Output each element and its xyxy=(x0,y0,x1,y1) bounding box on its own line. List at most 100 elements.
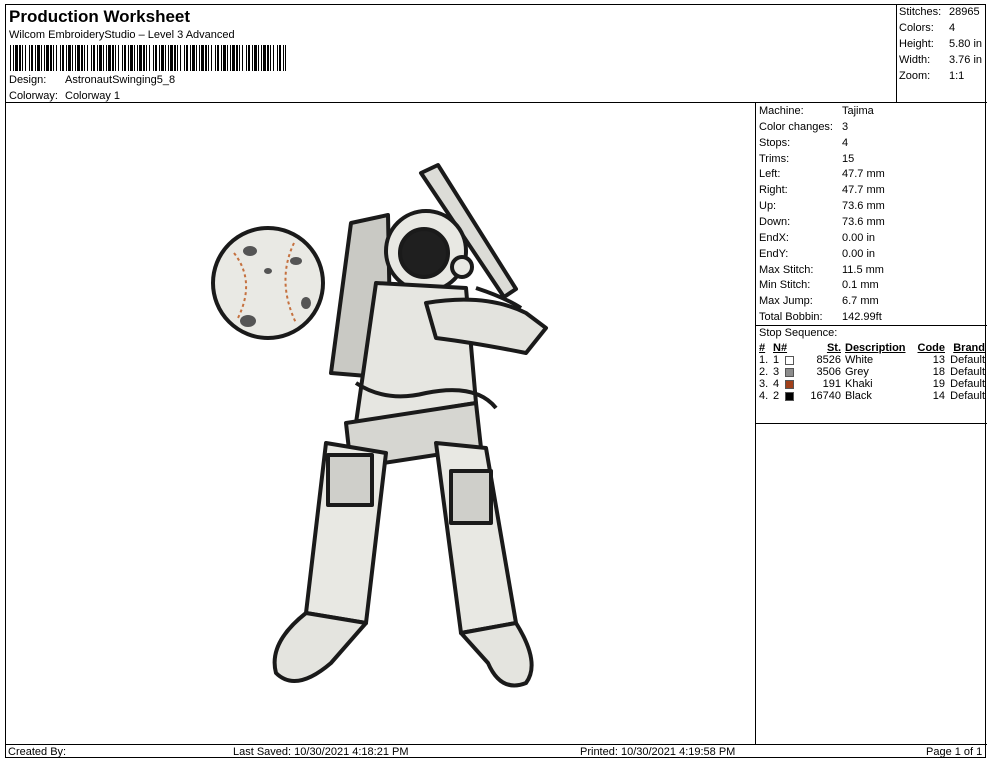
up-value: 73.6 mm xyxy=(842,200,885,212)
down-value: 73.6 mm xyxy=(842,216,885,228)
trims-value: 15 xyxy=(842,153,855,165)
table-row: 1. 1 8526 White 13 Default xyxy=(759,354,985,366)
col-stitches: St. xyxy=(826,342,841,354)
row-needle: 1 xyxy=(773,354,803,366)
row-code: 18 xyxy=(932,366,945,378)
row-description: Black xyxy=(845,390,872,402)
stitches-label: Stitches: xyxy=(899,6,942,18)
color-changes-label: Color changes: xyxy=(759,121,833,133)
height-value: 5.80 in xyxy=(949,38,983,50)
color-swatch xyxy=(785,391,795,401)
left-label: Left: xyxy=(759,168,781,180)
right-value: 47.7 mm xyxy=(842,184,885,196)
summary-panel: Stitches: 28965 Colors: 4 Height: 5.80 i… xyxy=(896,5,987,103)
row-description: White xyxy=(845,354,874,366)
row-code: 14 xyxy=(932,390,945,402)
colorway-label: Colorway: xyxy=(9,90,58,102)
total-bobbin-value: 142.99ft xyxy=(842,311,882,323)
col-index: # xyxy=(759,342,766,354)
divider xyxy=(756,325,987,326)
color-swatch xyxy=(785,379,795,389)
worksheet-frame: Production Worksheet Wilcom EmbroiderySt… xyxy=(5,4,987,759)
page-number: Page 1 of 1 xyxy=(926,746,983,758)
endy-value: 0.00 in xyxy=(842,248,876,260)
row-brand: Default xyxy=(950,354,985,366)
max-stitch-value: 11.5 mm xyxy=(842,264,884,276)
row-stitches: 3506 xyxy=(816,366,841,378)
up-label: Up: xyxy=(759,200,777,212)
width-label: Width: xyxy=(899,54,931,66)
machine-value: Tajima xyxy=(842,105,874,117)
zoom-label: Zoom: xyxy=(899,70,931,82)
worksheet-header: Production Worksheet Wilcom EmbroiderySt… xyxy=(6,5,896,103)
baseball-graphic xyxy=(211,226,325,340)
software-name: Wilcom EmbroideryStudio – Level 3 Advanc… xyxy=(9,29,235,41)
divider xyxy=(756,423,987,424)
last-saved-text: Last Saved: 10/30/2021 4:18:21 PM xyxy=(233,746,409,758)
endx-value: 0.00 in xyxy=(842,232,876,244)
col-description: Description xyxy=(845,342,906,354)
stitches-value: 28965 xyxy=(949,6,980,18)
machine-label: Machine: xyxy=(759,105,804,117)
created-by-label: Created By: xyxy=(8,746,67,758)
total-bobbin-label: Total Bobbin: xyxy=(759,311,823,323)
worksheet-footer: Created By: Last Saved: 10/30/2021 4:18:… xyxy=(6,744,987,759)
colors-label: Colors: xyxy=(899,22,934,34)
left-value: 47.7 mm xyxy=(842,168,885,180)
endy-label: EndY: xyxy=(759,248,789,260)
design-label: Design: xyxy=(9,74,47,86)
row-index: 4. xyxy=(759,390,769,402)
row-needle: 3 xyxy=(773,366,803,378)
row-index: 1. xyxy=(759,354,769,366)
table-row: 2. 3 3506 Grey 18 Default xyxy=(759,366,985,378)
row-brand: Default xyxy=(950,378,985,390)
row-stitches: 8526 xyxy=(816,354,841,366)
astronaut-graphic xyxy=(272,163,548,688)
col-brand: Brand xyxy=(953,342,985,354)
max-stitch-label: Max Stitch: xyxy=(759,264,814,276)
color-changes-value: 3 xyxy=(842,121,849,133)
printed-text: Printed: 10/30/2021 4:19:58 PM xyxy=(580,746,736,758)
row-description: Grey xyxy=(845,366,869,378)
height-label: Height: xyxy=(899,38,934,50)
col-needle: N# xyxy=(773,342,788,354)
width-value: 3.76 in xyxy=(949,54,983,66)
min-stitch-label: Min Stitch: xyxy=(759,279,811,291)
row-code: 13 xyxy=(932,354,945,366)
row-brand: Default xyxy=(950,390,985,402)
colorway-value: Colorway 1 xyxy=(65,90,121,102)
table-row: 3. 4 191 Khaki 19 Default xyxy=(759,378,985,390)
max-jump-label: Max Jump: xyxy=(759,295,813,307)
row-stitches: 191 xyxy=(822,378,841,390)
row-stitches: 16740 xyxy=(810,390,841,402)
zoom-value: 1:1 xyxy=(949,70,965,82)
details-panel: Machine: Tajima Color changes: 3 Stops: … xyxy=(755,103,987,744)
row-needle: 2 xyxy=(773,390,803,402)
row-needle: 4 xyxy=(773,378,803,390)
barcode xyxy=(10,45,286,71)
max-jump-value: 6.7 mm xyxy=(842,295,879,307)
min-stitch-value: 0.1 mm xyxy=(842,279,879,291)
row-index: 3. xyxy=(759,378,769,390)
embroidery-design-image xyxy=(211,163,548,688)
stop-sequence-title: Stop Sequence: xyxy=(759,327,838,339)
row-code: 19 xyxy=(932,378,945,390)
right-label: Right: xyxy=(759,184,788,196)
down-label: Down: xyxy=(759,216,791,228)
row-brand: Default xyxy=(950,366,985,378)
stop-sequence-table: # N# St. Description Code Brand 1. 1 852… xyxy=(759,342,985,402)
row-description: Khaki xyxy=(845,378,873,390)
stops-value: 4 xyxy=(842,137,849,149)
color-swatch xyxy=(785,355,795,365)
col-code: Code xyxy=(917,342,946,354)
colors-value: 4 xyxy=(949,22,956,34)
endx-label: EndX: xyxy=(759,232,789,244)
row-index: 2. xyxy=(759,366,769,378)
trims-label: Trims: xyxy=(759,153,790,165)
table-row: 4. 2 16740 Black 14 Default xyxy=(759,390,985,402)
stops-label: Stops: xyxy=(759,137,791,149)
design-value: AstronautSwinging5_8 xyxy=(65,74,176,86)
color-swatch xyxy=(785,367,795,377)
design-preview xyxy=(6,103,756,744)
worksheet-title: Production Worksheet xyxy=(9,7,191,26)
